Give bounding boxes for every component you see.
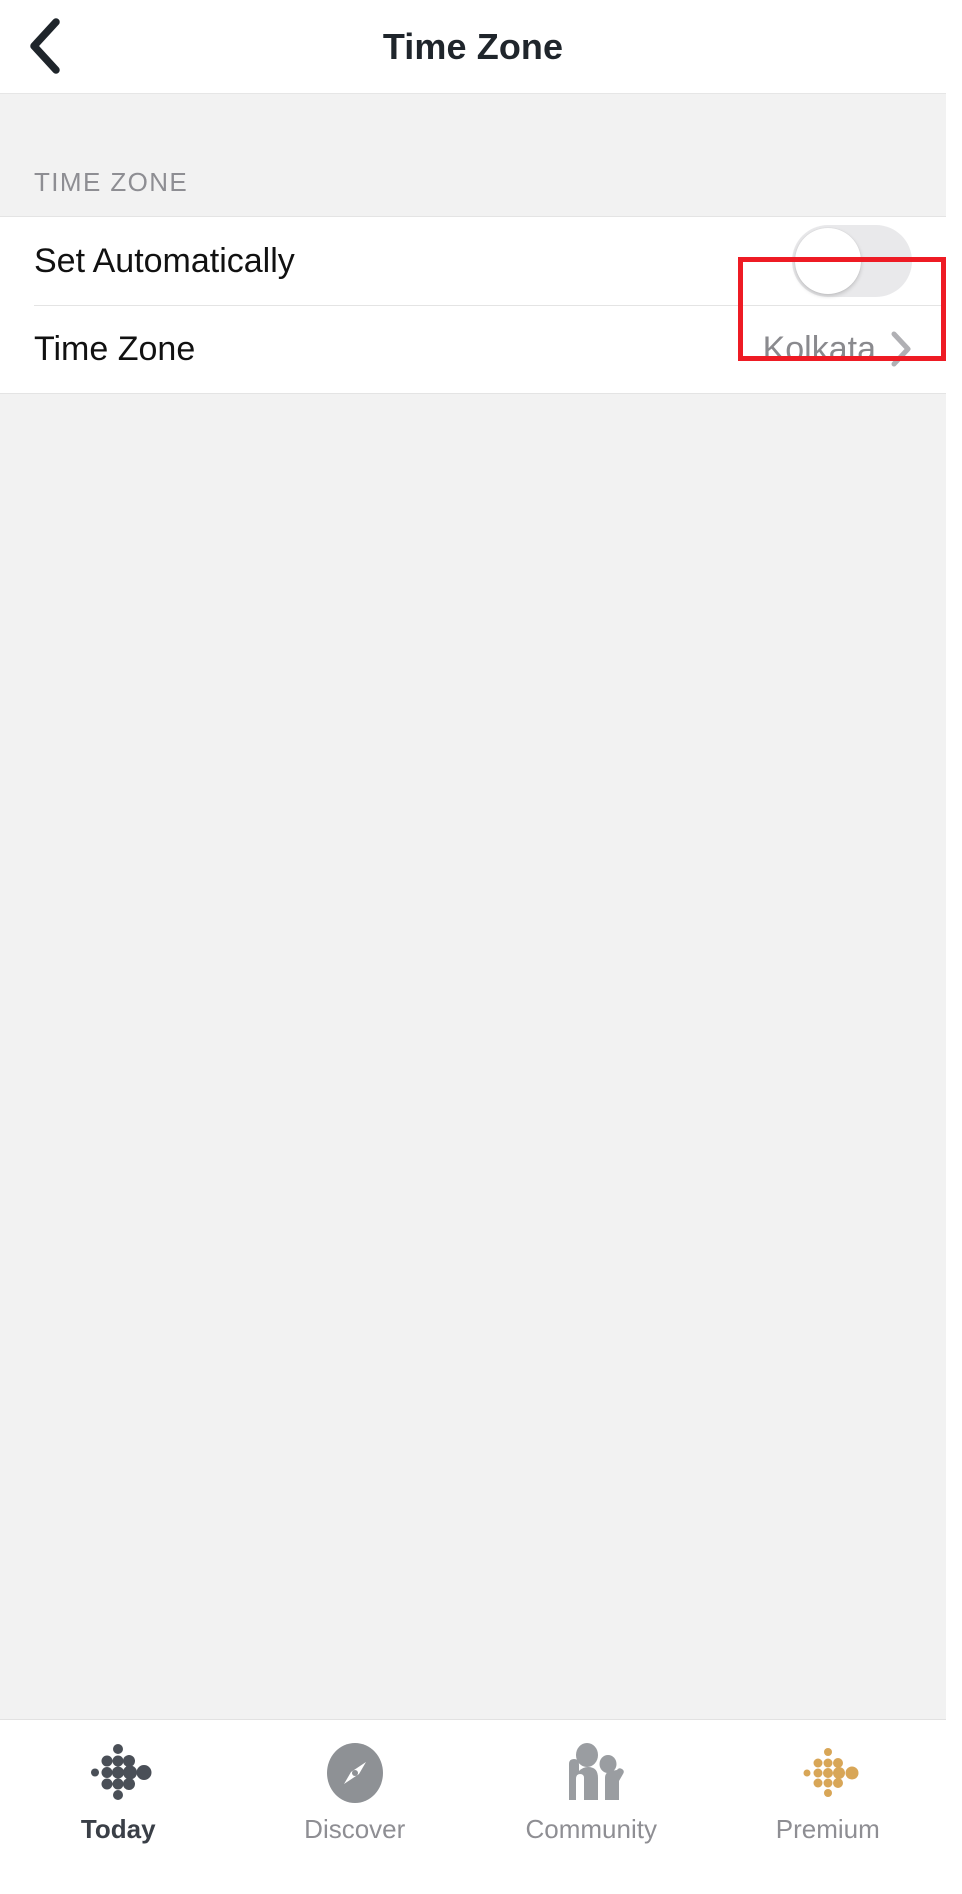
row-label-time-zone: Time Zone [34, 329, 196, 368]
chevron-right-icon [890, 331, 912, 367]
tab-discover[interactable]: Discover [237, 1720, 474, 1894]
fitbit-dots-icon [82, 1742, 154, 1804]
toggle-knob [795, 228, 861, 294]
section-header: TIME ZONE [0, 94, 946, 216]
set-automatically-toggle[interactable] [792, 225, 912, 297]
back-button[interactable] [8, 10, 80, 82]
tab-label-today: Today [80, 1814, 156, 1844]
tab-today[interactable]: Today [0, 1720, 237, 1894]
row-time-zone[interactable]: Time Zone Kolkata [0, 305, 946, 393]
settings-list: Set Automatically Time Zone Kolkata [0, 216, 946, 394]
page-title: Time Zone [382, 25, 564, 67]
fitbit-premium-dots-icon [792, 1742, 864, 1804]
row-value-time-zone: Kolkata [762, 329, 876, 368]
tab-community[interactable]: Community [473, 1720, 710, 1894]
tab-label-premium: Premium [775, 1814, 880, 1844]
tab-label-discover: Discover [304, 1814, 406, 1844]
row-label-set-automatically: Set Automatically [34, 241, 295, 280]
tab-label-community: Community [525, 1814, 657, 1844]
row-set-automatically[interactable]: Set Automatically [0, 217, 946, 305]
section-header-label: TIME ZONE [34, 167, 189, 197]
chevron-left-icon [27, 18, 61, 74]
empty-content-area [0, 394, 946, 1716]
tab-premium[interactable]: Premium [710, 1720, 947, 1894]
bottom-tab-bar: Today Discover Community Premium [0, 1719, 946, 1894]
navigation-bar: Time Zone [0, 0, 946, 94]
compass-icon [324, 1742, 386, 1804]
people-icon [555, 1742, 627, 1804]
app-screen: Time Zone TIME ZONE Set Automatically Ti… [0, 0, 946, 1894]
